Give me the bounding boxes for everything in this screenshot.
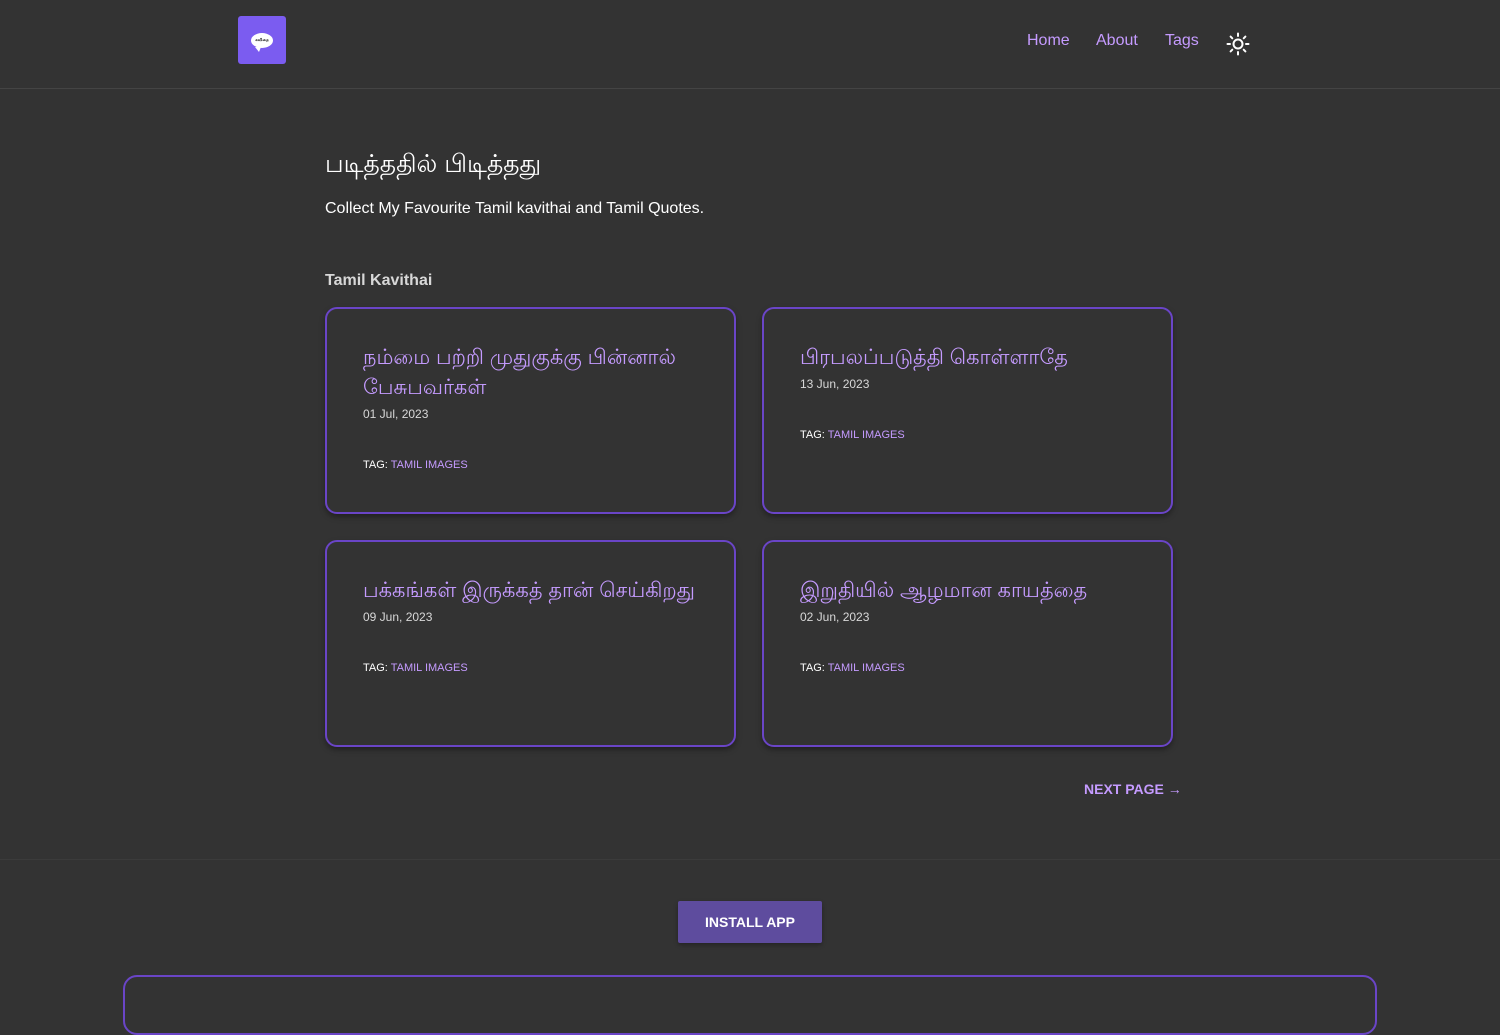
tag-label: TAG: — [800, 429, 825, 441]
post-tag-row: TAG: TAMIL IMAGES — [800, 429, 1140, 441]
tag-link[interactable]: TAMIL IMAGES — [391, 459, 468, 471]
post-date: 01 Jul, 2023 — [363, 407, 429, 421]
post-title-link[interactable]: பக்கங்கள் இருக்கத் தான் செய்கிறது — [363, 576, 703, 606]
logo-text: கவிதை — [255, 37, 269, 42]
page-description: Collect My Favourite Tamil kavithai and … — [325, 200, 705, 217]
post-tag-row: TAG: TAMIL IMAGES — [363, 459, 703, 471]
install-app-button[interactable]: INSTALL APP — [678, 901, 822, 943]
post-card[interactable]: இறுதியில் ஆழமான காயத்தை 02 Jun, 2023 TAG… — [762, 540, 1173, 747]
page-title: படித்ததில் பிடித்தது — [325, 150, 542, 178]
post-date: 02 Jun, 2023 — [800, 610, 870, 624]
post-title-link[interactable]: பிரபலப்படுத்தி கொள்ளாதே — [800, 343, 1140, 373]
post-title-link[interactable]: நம்மை பற்றி முதுகுக்கு பின்னால் பேசுபவர்… — [363, 343, 703, 403]
footer-divider — [0, 859, 1500, 860]
nav-tags-link[interactable]: Tags — [1165, 32, 1199, 50]
tag-label: TAG: — [363, 662, 388, 674]
section-title: Tamil Kavithai — [325, 272, 433, 289]
post-date: 13 Jun, 2023 — [800, 377, 870, 391]
post-card[interactable]: பிரபலப்படுத்தி கொள்ளாதே 13 Jun, 2023 TAG… — [762, 307, 1173, 514]
post-card[interactable]: நம்மை பற்றி முதுகுக்கு பின்னால் பேசுபவர்… — [325, 307, 736, 514]
tag-label: TAG: — [363, 459, 388, 471]
nav-home-link[interactable]: Home — [1027, 32, 1070, 50]
post-card[interactable]: பக்கங்கள் இருக்கத் தான் செய்கிறது 09 Jun… — [325, 540, 736, 747]
nav-about-link[interactable]: About — [1096, 32, 1138, 50]
site-logo[interactable]: கவிதை — [238, 16, 286, 64]
post-date: 09 Jun, 2023 — [363, 610, 433, 624]
bottom-panel — [123, 975, 1377, 1035]
tag-link[interactable]: TAMIL IMAGES — [391, 662, 468, 674]
tag-link[interactable]: TAMIL IMAGES — [828, 429, 905, 441]
post-tag-row: TAG: TAMIL IMAGES — [363, 662, 703, 674]
site-header: கவிதை Home About Tags — [0, 0, 1500, 89]
tag-label: TAG: — [800, 662, 825, 674]
post-tag-row: TAG: TAMIL IMAGES — [800, 662, 1140, 674]
theme-toggle-button[interactable] — [1226, 32, 1250, 56]
speech-bubble-icon: கவிதை — [251, 32, 273, 52]
post-title-link[interactable]: இறுதியில் ஆழமான காயத்தை — [800, 576, 1140, 606]
sun-icon — [1226, 32, 1250, 56]
next-page-link[interactable]: NEXT PAGE → — [1084, 781, 1182, 797]
tag-link[interactable]: TAMIL IMAGES — [828, 662, 905, 674]
